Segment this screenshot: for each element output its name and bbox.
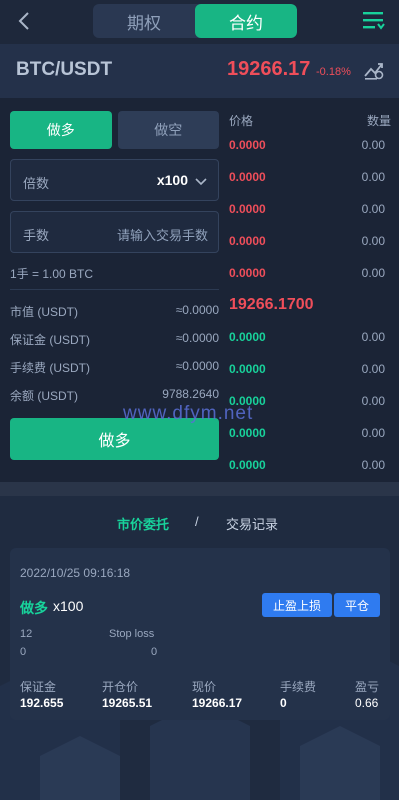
divider [10, 289, 219, 290]
leverage-label: 倍数 [23, 176, 50, 191]
bid-row[interactable]: 0.0000 0.00 [229, 362, 385, 376]
tab-contract[interactable]: 合约 [195, 4, 297, 38]
open-price-label: 开仓价 [102, 680, 139, 694]
leverage-value: x100 [156, 172, 188, 188]
margin-label: 保证金 (USDT) [10, 333, 90, 347]
balance-label: 余额 (USDT) [10, 389, 78, 403]
lot-info: 1手 = 1.00 BTC [10, 265, 219, 282]
chevron-down-icon [195, 178, 207, 186]
ask-price: 0.0000 [229, 266, 266, 280]
summary-row: 市值 (USDT) ≈0.0000 [10, 303, 219, 320]
market-value-label: 市值 (USDT) [10, 305, 78, 319]
watermark: www.dfym.net [123, 403, 254, 424]
long-button[interactable]: 做多 [10, 111, 112, 149]
book-header: 价格 数量 [229, 112, 391, 129]
records-section: 市价委托 / 交易记录 2022/10/25 09:16:18 做多 x100 … [0, 496, 399, 800]
leverage-select[interactable]: 倍数 x100 [10, 159, 219, 201]
short-button[interactable]: 做空 [117, 111, 219, 149]
tp-sl-button[interactable]: 止盈上损 [262, 593, 332, 617]
bid-qty: 0.00 [361, 394, 385, 408]
side-toggle: 做多 做空 [10, 111, 219, 149]
margin-value: 192.655 [20, 696, 64, 710]
qty-field[interactable]: 手数 请输入交易手数 [10, 211, 219, 253]
stop-loss-label: Stop loss [109, 628, 155, 640]
bid-price: 0.0000 [229, 362, 266, 376]
tab-market-orders[interactable]: 市价委托 [117, 514, 169, 533]
ask-row[interactable]: 0.0000 0.00 [229, 202, 385, 216]
summary-row: 余额 (USDT) 9788.2640 [10, 387, 219, 404]
tab-trade-history[interactable]: 交易记录 [226, 514, 278, 533]
pair-symbol[interactable]: BTC/USDT [16, 59, 112, 81]
fee-value: ≈0.0000 [175, 359, 219, 373]
bid-price: 0.0000 [229, 458, 266, 472]
mode-switch: 期权 合约 [93, 4, 297, 38]
order-time: 2022/10/25 09:16:18 [20, 566, 131, 580]
summary-row: 保证金 (USDT) ≈0.0000 [10, 331, 219, 348]
take-profit-sub: 0 [20, 646, 27, 658]
section-divider [0, 482, 399, 496]
bid-price: 0.0000 [229, 426, 266, 440]
current-price-value: 19266.17 [192, 696, 243, 710]
price-change: -0.18% [316, 66, 351, 78]
summary-row: 手续费 (USDT) ≈0.0000 [10, 359, 219, 376]
open-price-value: 19265.51 [102, 696, 153, 710]
bid-qty: 0.00 [361, 362, 385, 376]
bid-row[interactable]: 0.0000 0.00 [229, 330, 385, 344]
menu-icon[interactable] [361, 8, 385, 32]
ask-row[interactable]: 0.0000 0.00 [229, 266, 385, 280]
fee-label: 手续费 [280, 680, 317, 694]
mid-price: 19266.1700 [229, 296, 314, 313]
ask-qty: 0.00 [361, 138, 385, 152]
price-header: 价格 [229, 114, 254, 128]
balance-value: 9788.2640 [162, 387, 219, 401]
ask-qty: 0.00 [361, 202, 385, 216]
ticker-bar: BTC/USDT 19266.17 -0.18% [0, 44, 399, 98]
last-price: 19266.17 [227, 58, 311, 80]
ask-price: 0.0000 [229, 202, 266, 216]
qty-header: 数量 [366, 114, 391, 128]
fee-value: 0 [280, 696, 287, 710]
margin-value: ≈0.0000 [175, 331, 219, 345]
take-profit-value: 12 [20, 628, 33, 640]
back-arrow-icon[interactable] [14, 10, 36, 32]
bid-qty: 0.00 [361, 330, 385, 344]
pnl-label: 盈亏 [355, 680, 380, 694]
chart-icon[interactable] [362, 58, 386, 82]
ask-row[interactable]: 0.0000 0.00 [229, 170, 385, 184]
ask-qty: 0.00 [361, 266, 385, 280]
ask-qty: 0.00 [361, 234, 385, 248]
tab-separator: / [195, 514, 199, 529]
qty-input[interactable]: 请输入交易手数 [117, 225, 208, 244]
ask-price: 0.0000 [229, 170, 266, 184]
close-position-button[interactable]: 平仓 [334, 593, 380, 617]
top-bar: 期权 合约 [0, 0, 399, 44]
ask-price: 0.0000 [229, 234, 266, 248]
stop-loss-sub: 0 [151, 646, 158, 658]
fee-label: 手续费 (USDT) [10, 361, 90, 375]
bid-row[interactable]: 0.0000 0.00 [229, 426, 385, 440]
qty-label: 手数 [23, 228, 50, 243]
bid-price: 0.0000 [229, 330, 266, 344]
pnl-value: 0.66 [355, 696, 379, 710]
ask-row[interactable]: 0.0000 0.00 [229, 234, 385, 248]
ask-row[interactable]: 0.0000 0.00 [229, 138, 385, 152]
ask-price: 0.0000 [229, 138, 266, 152]
bid-qty: 0.00 [361, 458, 385, 472]
position-direction: 做多 [20, 600, 48, 616]
market-value: ≈0.0000 [175, 303, 219, 317]
tab-options[interactable]: 期权 [93, 4, 195, 38]
bid-qty: 0.00 [361, 426, 385, 440]
ask-qty: 0.00 [361, 170, 385, 184]
bid-row[interactable]: 0.0000 0.00 [229, 458, 385, 472]
lot-info-text: 1手 = 1.00 BTC [10, 267, 94, 281]
margin-label: 保证金 [20, 680, 57, 694]
position-card: 2022/10/25 09:16:18 做多 x100 止盈上损 平仓 12 S… [10, 548, 390, 720]
position-leverage: x100 [53, 598, 84, 614]
current-price-label: 现价 [192, 680, 217, 694]
